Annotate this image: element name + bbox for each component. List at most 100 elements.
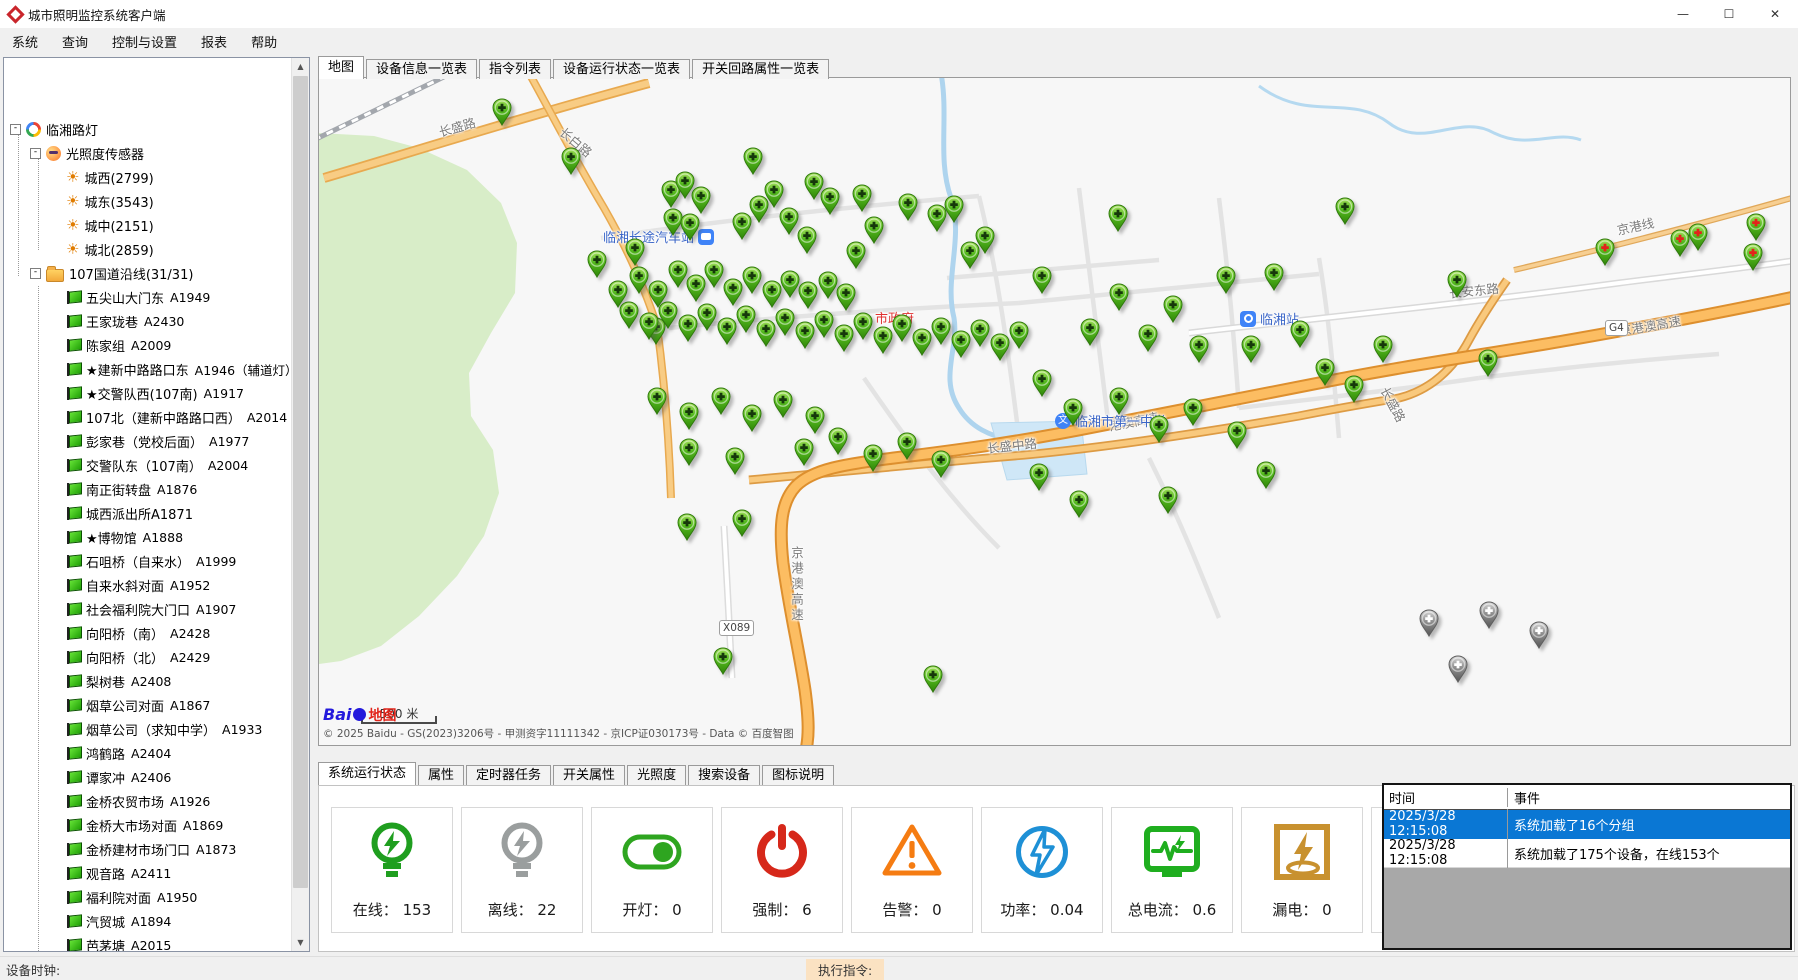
device-pin-online[interactable] <box>677 513 697 541</box>
device-pin-offline[interactable] <box>1448 655 1468 683</box>
tree-item-device[interactable]: 五尖山大门东A1949 <box>50 285 210 309</box>
device-pin-online[interactable] <box>1447 270 1467 298</box>
device-pin-online[interactable] <box>951 330 971 358</box>
device-pin-online[interactable] <box>647 387 667 415</box>
tree-item-device[interactable]: 城西派出所A1871 <box>50 501 193 525</box>
tree-item-sensor[interactable]: ☀城西(2799) <box>50 165 154 189</box>
expand-collapse-icon[interactable]: - <box>10 124 21 135</box>
expand-collapse-icon[interactable]: - <box>30 268 41 279</box>
device-pin-online[interactable] <box>725 447 745 475</box>
tree-item-device[interactable]: 金桥大市场对面A1869 <box>50 813 223 837</box>
tree-item-device[interactable]: 南正街转盘A1876 <box>50 477 197 501</box>
tree-group-sensors[interactable]: -光照度传感器 <box>30 141 144 165</box>
device-pin-online[interactable] <box>1108 204 1128 232</box>
tree-item-device[interactable]: 自来水斜对面A1952 <box>50 573 210 597</box>
device-pin-online[interactable] <box>852 184 872 212</box>
device-pin-forced[interactable] <box>1746 213 1766 241</box>
device-pin-forced[interactable] <box>1743 243 1763 271</box>
scroll-down-icon[interactable]: ▼ <box>292 934 309 951</box>
device-pin-online[interactable] <box>1216 266 1236 294</box>
device-pin-online[interactable] <box>1149 415 1169 443</box>
tree-item-sensor[interactable]: ☀城中(2151) <box>50 213 154 237</box>
tree-item-device[interactable]: ★交警队西(107南)A1917 <box>50 381 244 405</box>
device-pin-online[interactable] <box>1344 375 1364 403</box>
device-pin-online[interactable] <box>931 317 951 345</box>
tree-item-device[interactable]: 社会福利院大门口A1907 <box>50 597 236 621</box>
device-pin-online[interactable] <box>668 260 688 288</box>
device-pin-online[interactable] <box>931 450 951 478</box>
device-pin-online[interactable] <box>873 326 893 354</box>
tree-root[interactable]: -临湘路灯 <box>10 117 98 141</box>
device-pin-online[interactable] <box>717 317 737 345</box>
tree-item-device[interactable]: 107北（建新中路路口西）A2014 <box>50 405 287 429</box>
tab-device-info-list[interactable]: 设备信息一览表 <box>366 59 477 79</box>
device-pin-online[interactable] <box>629 266 649 294</box>
device-pin-online[interactable] <box>944 195 964 223</box>
device-pin-online[interactable] <box>587 250 607 278</box>
menu-query[interactable]: 查询 <box>50 32 100 51</box>
tree-item-device[interactable]: ★博物馆A1888 <box>50 525 183 549</box>
tab-map[interactable]: 地图 <box>318 56 364 79</box>
tree-item-device[interactable]: 金桥农贸市场A1926 <box>50 789 210 813</box>
device-pin-online[interactable] <box>1080 318 1100 346</box>
device-pin-offline[interactable] <box>1479 601 1499 629</box>
menu-system[interactable]: 系统 <box>0 32 50 51</box>
device-pin-online[interactable] <box>864 216 884 244</box>
device-pin-online[interactable] <box>697 303 717 331</box>
map-view[interactable]: 长盛路长白路长安东路京港线京港澳高速港澳高速长盛中路长盛路京港澳高速G4X089… <box>318 77 1791 746</box>
tree-item-device[interactable]: 石咀桥（自来水）A1999 <box>50 549 236 573</box>
tree-item-sensor[interactable]: ☀城北(2859) <box>50 237 154 261</box>
device-pin-forced[interactable] <box>1670 229 1690 257</box>
device-pin-forced[interactable] <box>1595 238 1615 266</box>
device-pin-online[interactable] <box>742 404 762 432</box>
device-pin-online[interactable] <box>798 281 818 309</box>
tree-item-device[interactable]: 交警队东（107南）A2004 <box>50 453 248 477</box>
tree-item-device[interactable]: 芭茅塘A2015 <box>50 933 171 952</box>
device-pin-online[interactable] <box>561 147 581 175</box>
device-pin-online[interactable] <box>678 314 698 342</box>
device-pin-online[interactable] <box>912 328 932 356</box>
menu-control-settings[interactable]: 控制与设置 <box>100 32 189 51</box>
device-pin-online[interactable] <box>723 278 743 306</box>
device-pin-online[interactable] <box>780 270 800 298</box>
device-pin-online[interactable] <box>732 509 752 537</box>
column-event[interactable]: 事件 <box>1508 788 1540 807</box>
device-pin-online[interactable] <box>1335 197 1355 225</box>
device-pin-online[interactable] <box>898 193 918 221</box>
device-pin-online[interactable] <box>1373 335 1393 363</box>
device-pin-online[interactable] <box>970 319 990 347</box>
minimize-button[interactable]: — <box>1660 0 1706 28</box>
tree-item-device[interactable]: 汽贸城A1894 <box>50 909 171 933</box>
device-pin-online[interactable] <box>1069 490 1089 518</box>
maximize-button[interactable]: ☐ <box>1706 0 1752 28</box>
device-pin-online[interactable] <box>779 207 799 235</box>
device-pin-online[interactable] <box>923 665 943 693</box>
device-pin-online[interactable] <box>818 271 838 299</box>
device-pin-online[interactable] <box>1189 335 1209 363</box>
device-pin-online[interactable] <box>713 647 733 675</box>
tree-item-device[interactable]: 鸿鹤路A2404 <box>50 741 171 765</box>
device-pin-online[interactable] <box>711 387 731 415</box>
device-pin-online[interactable] <box>1063 398 1083 426</box>
device-pin-online[interactable] <box>1029 463 1049 491</box>
tree-item-device[interactable]: 谭家冲A2406 <box>50 765 171 789</box>
device-pin-online[interactable] <box>1032 266 1052 294</box>
event-log-table[interactable]: 时间 事件 2025/3/28 12:15:08系统加载了16个分组2025/3… <box>1382 783 1792 950</box>
menu-help[interactable]: 帮助 <box>239 32 289 51</box>
device-pin-online[interactable] <box>1158 486 1178 514</box>
device-pin-online[interactable] <box>814 310 834 338</box>
tree-group-road107[interactable]: -107国道沿线(31/31) <box>30 261 193 285</box>
device-pin-online[interactable] <box>1241 335 1261 363</box>
tree-item-sensor[interactable]: ☀城东(3543) <box>50 189 154 213</box>
device-pin-online[interactable] <box>1109 283 1129 311</box>
device-pin-online[interactable] <box>1183 398 1203 426</box>
device-pin-online[interactable] <box>658 301 678 329</box>
device-pin-online[interactable] <box>975 226 995 254</box>
device-pin-online[interactable] <box>990 333 1010 361</box>
device-pin-online[interactable] <box>679 438 699 466</box>
device-pin-offline[interactable] <box>1419 609 1439 637</box>
device-pin-online[interactable] <box>1009 321 1029 349</box>
tree-item-device[interactable]: 烟草公司对面A1867 <box>50 693 210 717</box>
device-pin-online[interactable] <box>680 213 700 241</box>
device-pin-online[interactable] <box>639 312 659 340</box>
